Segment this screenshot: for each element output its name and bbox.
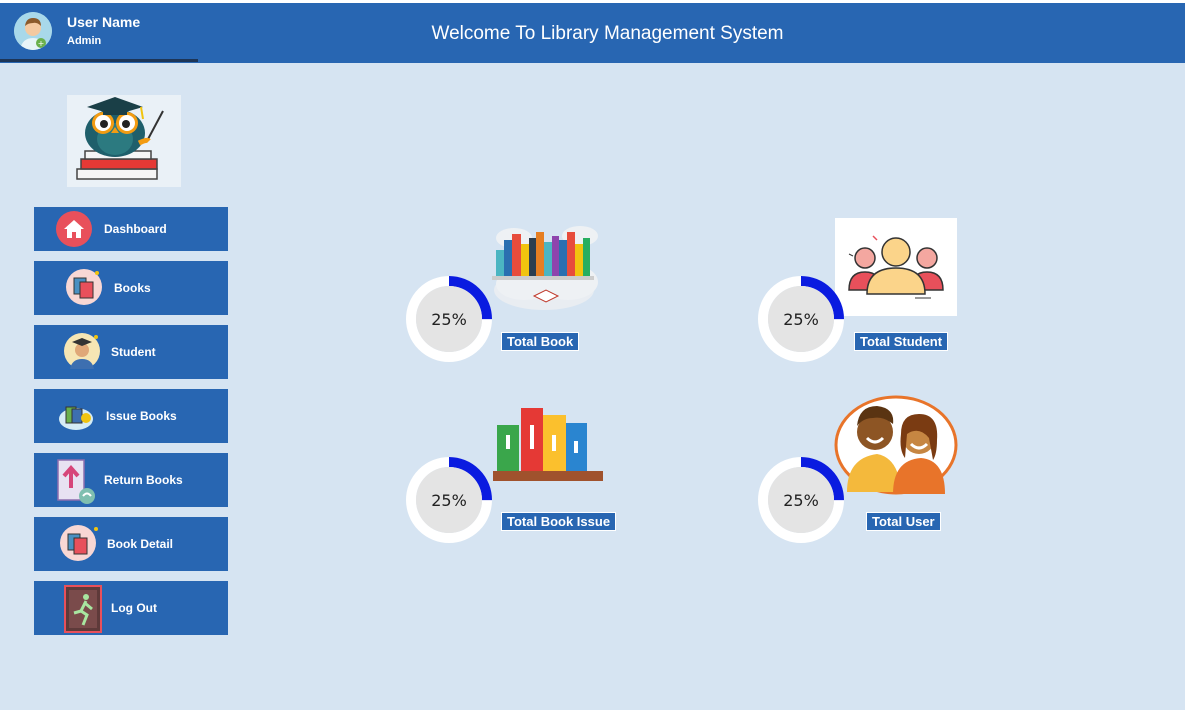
total-student-progress-ring: 25% [758, 276, 844, 362]
bookshelf-cloud-illustration [484, 218, 606, 316]
sidebar-item-student[interactable]: Student [34, 325, 228, 379]
stat-percent: 25% [431, 491, 467, 510]
sidebar-item-book-detail[interactable]: Book Detail [34, 517, 228, 571]
book-detail-icon [60, 525, 98, 561]
sidebar-item-label: Issue Books [106, 409, 177, 423]
users-couple-illustration [833, 394, 959, 496]
exit-icon [64, 585, 102, 633]
stat-percent: 25% [431, 310, 467, 329]
student-icon [64, 333, 100, 369]
books-on-shelf-illustration [493, 405, 605, 487]
sidebar-item-books[interactable]: Books [34, 261, 228, 315]
stat-percent: 25% [783, 310, 819, 329]
sidebar-item-label: Book Detail [107, 537, 174, 551]
stat-label: Total Book [501, 332, 580, 351]
sidebar-item-issue-books[interactable]: Issue Books [34, 389, 228, 443]
stat-label: Total Book Issue [501, 512, 617, 531]
sidebar-item-label: Dashboard [104, 222, 167, 236]
owl-logo [67, 95, 181, 187]
user-panel-underline [0, 59, 198, 62]
return-books-icon [56, 458, 95, 504]
sidebar-item-dashboard[interactable]: Dashboard [34, 207, 228, 251]
students-group-illustration [835, 218, 957, 316]
sidebar-item-label: Books [114, 281, 151, 295]
page-title: Welcome To Library Management System [431, 23, 784, 44]
books-icon [66, 269, 102, 305]
header-bar: + User Name Admin Welcome To Library Man… [0, 0, 1185, 63]
sidebar-item-return-books[interactable]: Return Books [34, 453, 228, 507]
sidebar-item-label: Return Books [104, 473, 183, 487]
total-user-progress-ring: 25% [758, 457, 844, 543]
sidebar-item-label: Log Out [111, 601, 157, 615]
sidebar-item-log-out[interactable]: Log Out [34, 581, 228, 635]
sidebar-item-label: Student [111, 345, 156, 359]
total-book-progress-ring: 25% [406, 276, 492, 362]
stat-percent: 25% [783, 491, 819, 510]
issue-books-icon [58, 397, 94, 433]
stat-label: Total User [866, 512, 941, 531]
stat-label: Total Student [854, 332, 949, 351]
home-icon [56, 211, 92, 247]
total-book-issue-progress-ring: 25% [406, 457, 492, 543]
